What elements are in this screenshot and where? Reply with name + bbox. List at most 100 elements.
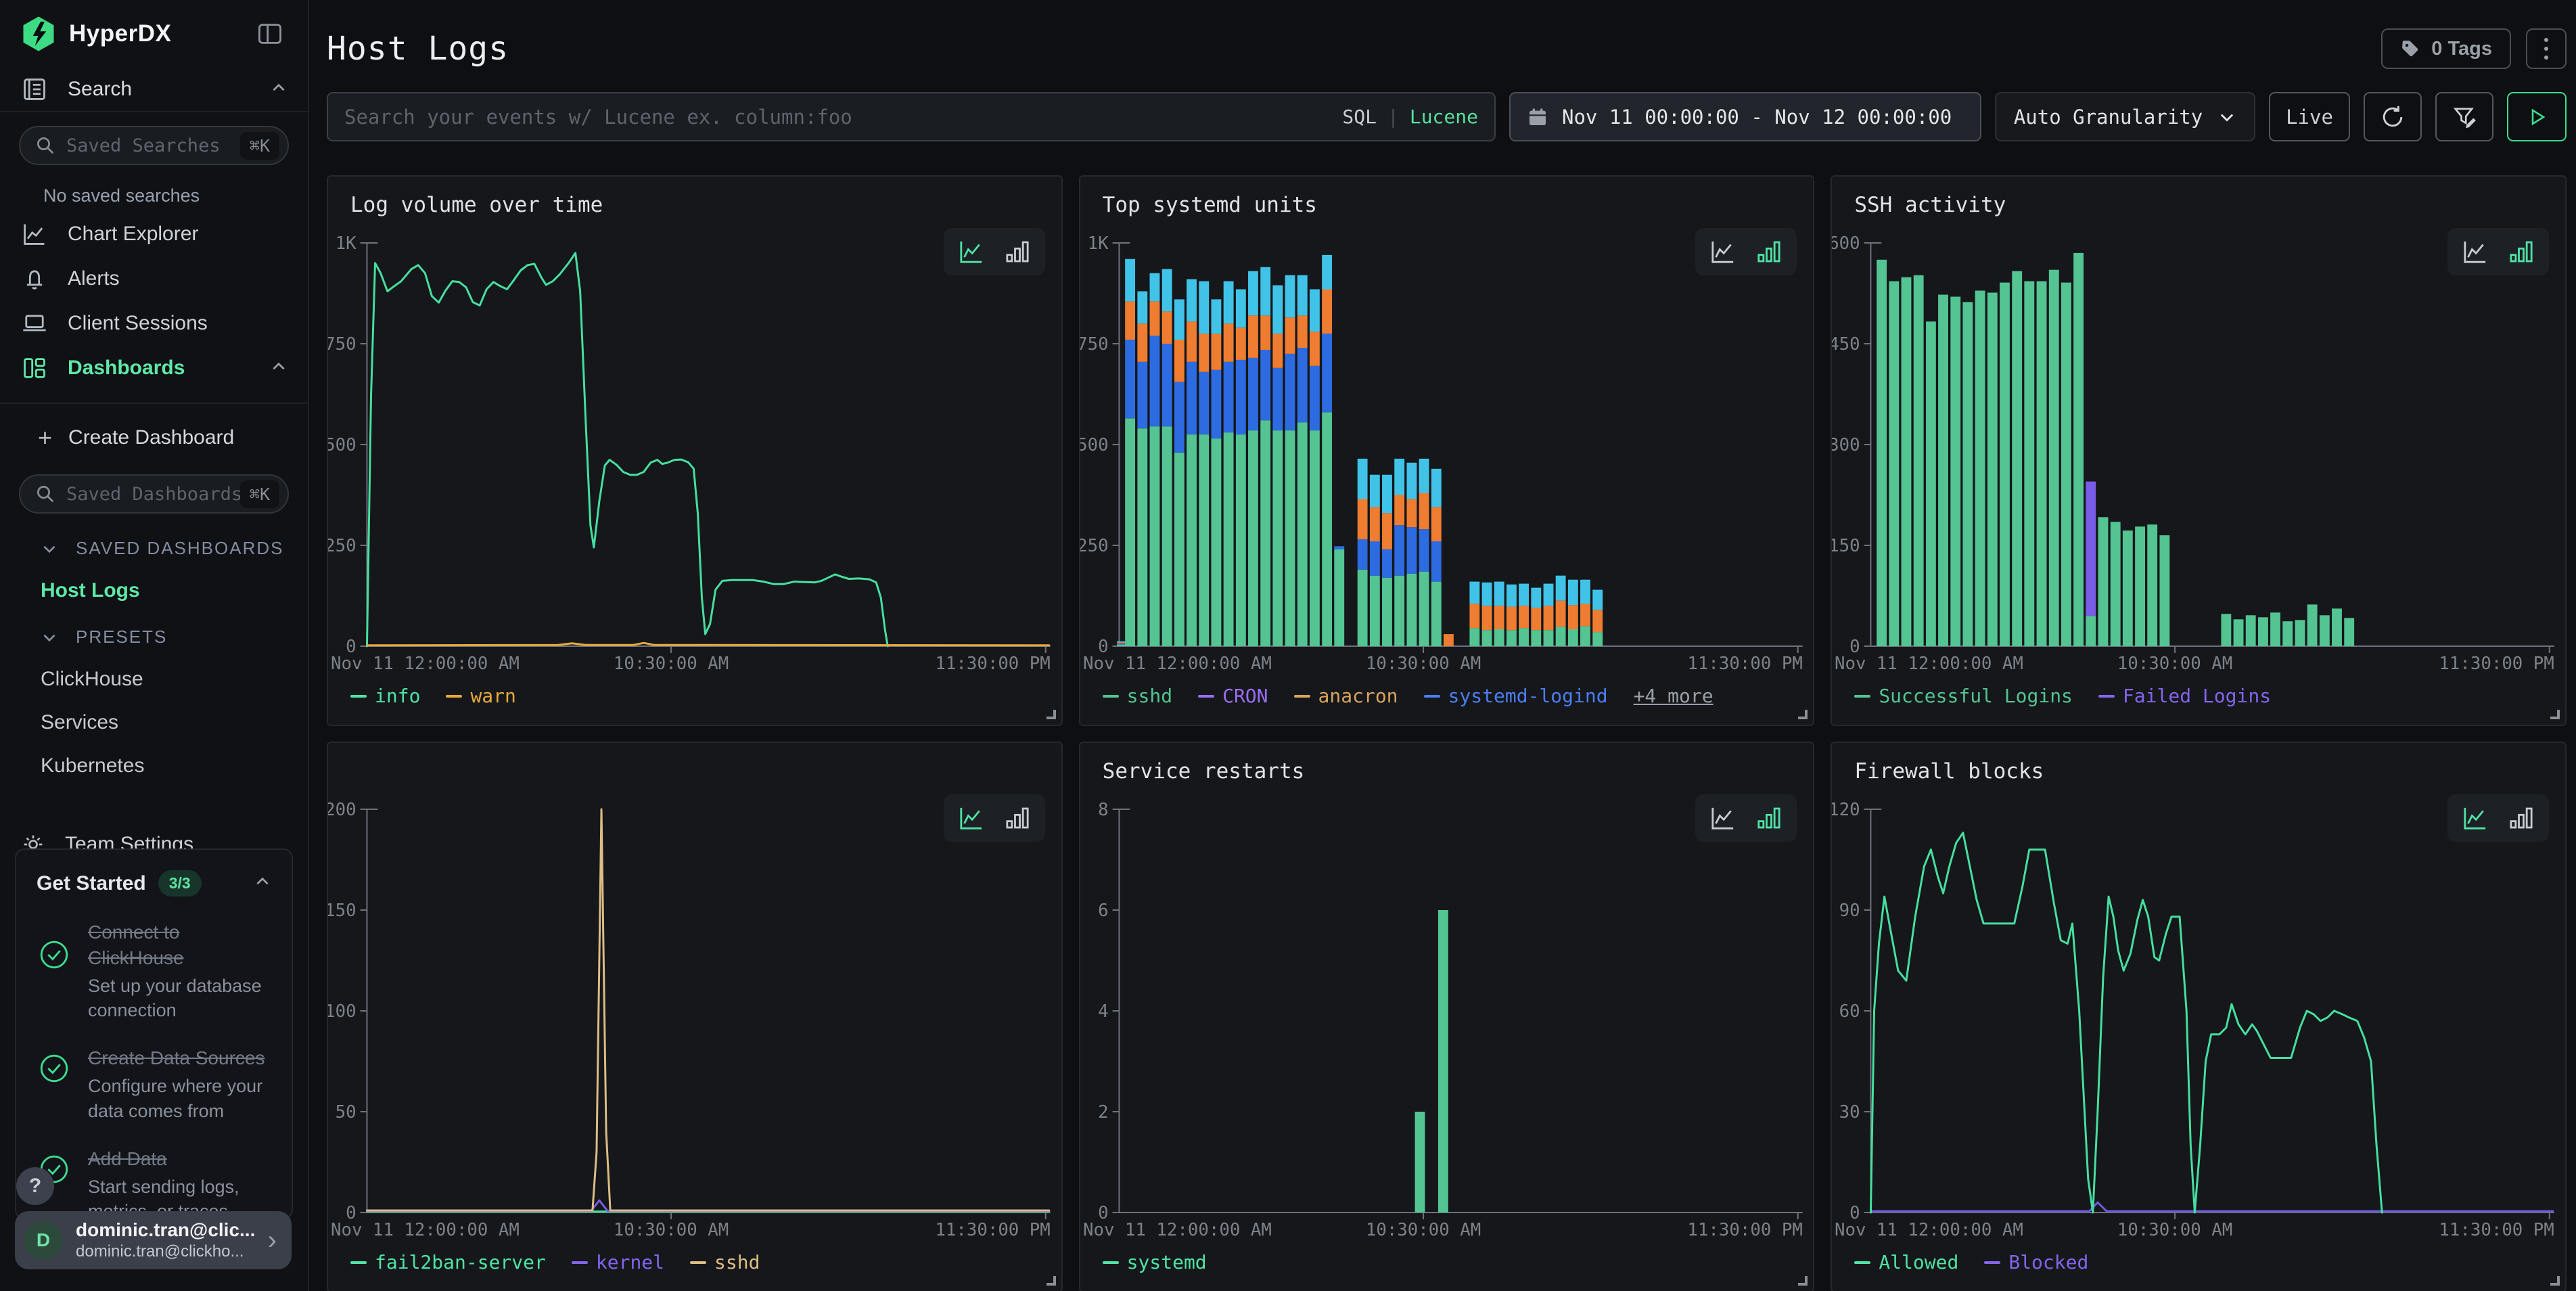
legend-item[interactable]: systemd-logind [1424,685,1608,707]
tags-button[interactable]: 0 Tags [2381,28,2511,69]
resize-handle[interactable] [1046,710,1056,719]
chevron-down-icon [2217,108,2236,127]
shortcut-badge: ⌘K [240,480,279,508]
line-chart-icon[interactable] [2461,237,2489,266]
svg-text:11:30:00 PM: 11:30:00 PM [935,1220,1050,1240]
get-started-item[interactable]: Create Data Sources Configure where your… [37,1045,271,1123]
svg-text:Nov 11 12:00:00 AM: Nov 11 12:00:00 AM [1835,654,2023,674]
svg-text:2: 2 [1098,1102,1109,1123]
saved-dashboards-header[interactable]: SAVED DASHBOARDS [41,538,308,559]
svg-text:250: 250 [328,536,356,556]
user-menu[interactable]: D dominic.tran@clic... dominic.tran@clic… [15,1211,292,1269]
svg-text:10:30:00 AM: 10:30:00 AM [1365,654,1480,674]
get-started-item[interactable]: Connect to ClickHouse Set up your databa… [37,920,271,1022]
legend-item[interactable]: info [350,685,420,707]
chart-canvas: 050100150200Nov 11 12:00:00 AM10:30:00 A… [328,789,1061,1291]
more-options-button[interactable] [2526,28,2567,69]
svg-text:8: 8 [1098,800,1109,820]
chart-type-toggle [944,228,1045,275]
resize-handle[interactable] [1798,1276,1808,1286]
sidebar-section-search[interactable]: Search [0,68,308,111]
line-chart-icon[interactable] [1709,237,1737,266]
resize-handle[interactable] [2550,710,2560,719]
main-content: Host Logs 0 Tags SQL | Lucene Nov 11 00:… [309,0,2576,1291]
calendar-icon [1527,106,1548,128]
granularity-select[interactable]: Auto Granularity [1995,92,2255,141]
run-query-button[interactable] [2507,92,2567,141]
legend-item[interactable]: CRON [1198,685,1268,707]
resize-handle[interactable] [2550,1276,2560,1286]
date-range-picker[interactable]: Nov 11 00:00:00 - Nov 12 00:00:00 [1509,92,1981,141]
legend-item[interactable]: sshd [690,1251,760,1273]
legend-more-link[interactable]: +4 more [1634,685,1714,707]
line-chart-icon[interactable] [957,237,986,266]
preset-clickhouse[interactable]: ClickHouse [41,668,308,691]
line-chart-icon[interactable] [2461,804,2489,832]
legend-item[interactable]: Blocked [1984,1251,2088,1273]
legend-item[interactable]: systemd [1103,1251,1207,1273]
legend-item[interactable]: fail2ban-server [350,1251,546,1273]
dashboard-host-logs[interactable]: Host Logs [41,579,308,602]
avatar: D [24,1221,62,1259]
bar-chart-icon[interactable] [2507,804,2535,832]
legend-item[interactable]: Failed Logins [2098,685,2271,707]
saved-dashboards-header-label: SAVED DASHBOARDS [76,538,283,559]
svg-text:Nov 11 12:00:00 AM: Nov 11 12:00:00 AM [1083,1220,1272,1240]
event-search-input[interactable]: SQL | Lucene [327,92,1496,141]
line-chart-icon[interactable] [1709,804,1737,832]
sidebar-collapse-icon[interactable] [255,19,285,49]
bar-chart-icon[interactable] [1003,237,1032,266]
preset-services[interactable]: Services [41,711,308,734]
granularity-value: Auto Granularity [2014,106,2203,129]
bell-icon [20,265,49,293]
event-search-field[interactable] [344,106,1342,129]
svg-text:11:30:00 PM: 11:30:00 PM [935,654,1050,674]
bar-chart-icon[interactable] [1755,804,1783,832]
shortcut-badge: ⌘K [240,132,279,160]
legend-item[interactable]: Successful Logins [1854,685,2073,707]
sidebar-item-client-sessions[interactable]: Client Sessions [0,302,308,344]
legend-item[interactable]: warn [446,685,515,707]
svg-text:11:30:00 PM: 11:30:00 PM [1687,1220,1802,1240]
preset-kubernetes[interactable]: Kubernetes [41,754,308,777]
saved-dashboards-field[interactable] [66,484,240,505]
presets-header[interactable]: PRESETS [41,627,308,648]
get-started-item-title: Add Data [88,1146,271,1172]
create-dashboard-button[interactable]: + Create Dashboard [0,419,308,457]
line-chart-icon[interactable] [957,804,986,832]
saved-searches-field[interactable] [66,135,240,156]
filter-button[interactable] [2435,92,2493,141]
saved-searches-input[interactable]: ⌘K [19,126,289,165]
no-saved-searches-text: No saved searches [43,185,289,206]
lucene-mode-toggle[interactable]: Lucene [1410,106,1478,128]
search-section-label: Search [68,78,132,101]
svg-text:90: 90 [1839,901,1860,921]
chart-type-toggle [944,794,1045,842]
svg-text:300: 300 [1832,435,1860,455]
bar-chart-icon[interactable] [1003,804,1032,832]
chevron-right-icon: › [268,1225,277,1256]
svg-text:10:30:00 AM: 10:30:00 AM [614,1220,729,1240]
sidebar-item-alerts[interactable]: Alerts [0,258,308,300]
svg-text:10:30:00 AM: 10:30:00 AM [2117,654,2232,674]
sidebar-item-dashboards[interactable]: Dashboards [0,347,308,389]
date-range-value: Nov 11 00:00:00 - Nov 12 00:00:00 [1562,106,1952,129]
chart-canvas: 02505007501KNov 11 12:00:00 AM10:30:00 A… [1080,223,1814,726]
legend-item[interactable]: anacron [1294,685,1398,707]
refresh-button[interactable] [2364,92,2422,141]
sql-mode-toggle[interactable]: SQL [1342,106,1377,128]
legend-item[interactable]: sshd [1103,685,1172,707]
live-button[interactable]: Live [2269,92,2350,141]
legend-item[interactable]: kernel [572,1251,664,1273]
resize-handle[interactable] [1798,710,1808,719]
bar-chart-icon[interactable] [2507,237,2535,266]
resize-handle[interactable] [1046,1276,1056,1286]
help-button[interactable]: ? [16,1167,54,1205]
saved-dashboards-input[interactable]: ⌘K [19,474,289,514]
sidebar-item-chart-explorer[interactable]: Chart Explorer [0,213,308,255]
legend-item[interactable]: Allowed [1854,1251,1958,1273]
laptop-icon [20,309,49,338]
filter-edit-icon [2451,104,2478,131]
bar-chart-icon[interactable] [1755,237,1783,266]
chevron-up-icon[interactable] [254,873,271,894]
